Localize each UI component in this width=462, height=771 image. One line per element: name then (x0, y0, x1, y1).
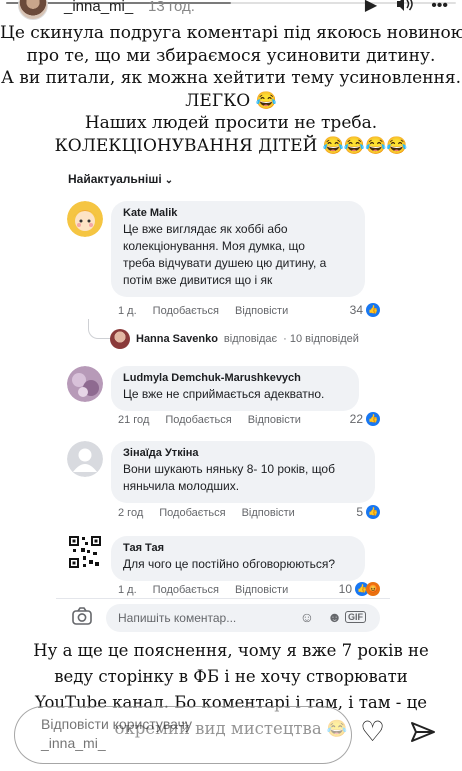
comment-text: Вони шукають няньку 8- 10 років, щоб нян… (123, 461, 363, 495)
reaction-number: 10 (338, 582, 352, 596)
reaction-count[interactable]: 10 👍 😡 (339, 582, 380, 596)
caption-line: КОЛЕКЦІОНУВАННЯ ДІТЕЙ 😂😂😂😂 (54, 135, 408, 156)
comment-age: 1 д. (118, 584, 137, 596)
volume-icon[interactable] (395, 0, 413, 16)
comment-line: Це вже не сприймається адекватно. (123, 387, 325, 401)
commenter-avatar[interactable] (67, 534, 103, 570)
comment-text: Це вже виглядає як хоббі або колекціонув… (123, 221, 353, 289)
chevron-down-icon: ⌄ (164, 175, 174, 186)
send-icon[interactable] (410, 720, 436, 751)
play-icon[interactable]: ▶ (365, 0, 377, 14)
caption-line: Ну а ще це пояснення, чому я вже 7 років… (33, 641, 429, 660)
replier-action: відповідає (223, 333, 278, 345)
sort-label: Найактуальніші (68, 172, 162, 186)
reaction-count[interactable]: 22 👍 (350, 412, 380, 426)
replies-summary[interactable]: Hanna Savenko відповідає · 10 відповідей (110, 329, 359, 349)
caption-line: ЛЕГКО 😂 (185, 90, 277, 111)
caption-line: веду сторінку в ФБ і не хочу створювати (54, 667, 408, 686)
camera-icon[interactable] (72, 607, 92, 630)
avatar-sticker-icon[interactable]: ☺ (300, 609, 314, 625)
caption-line: А ви питали, як можна хейтити тему усино… (0, 68, 462, 88)
comment-line: потім вже дивитися що і як (123, 273, 273, 287)
comment-meta: 1 д. Подобається Відповісти (118, 584, 288, 596)
replies-count: · 10 відповідей (283, 333, 359, 345)
comment-bubble: Ludmyla Demchuk-Marushkevych Це вже не с… (111, 366, 359, 411)
comment-line: треба відчувати душею цю дитину, а (123, 256, 327, 270)
like-reaction-icon: 👍 (366, 505, 380, 519)
avatar[interactable] (18, 0, 48, 20)
like-link[interactable]: Подобається (153, 584, 219, 596)
like-reaction-icon: 👍 (366, 303, 380, 317)
more-icon[interactable]: ••• (431, 0, 448, 14)
reply-link[interactable]: Відповісти (235, 305, 288, 317)
angry-reaction-icon: 😡 (366, 582, 380, 596)
comment-text: Для чого це постійно обговорюються? (123, 556, 353, 573)
username[interactable]: _inna_mi_ (64, 0, 133, 15)
thread-connector (88, 319, 110, 339)
reply-placeholder-line: Відповісти користувачу (41, 716, 192, 732)
caption-line: Це скинула подруга коментарі під якоюсь … (0, 23, 462, 43)
comment-age: 21 год (118, 414, 150, 426)
comment-bubble: Тая Тая Для чого це постійно обговорюють… (111, 536, 365, 581)
comment-meta: 21 год Подобається Відповісти (118, 414, 301, 426)
comment-age: 1 д. (118, 305, 137, 317)
replier-avatar (110, 329, 130, 349)
reaction-number: 22 (349, 412, 363, 426)
reply-link[interactable]: Відповісти (235, 584, 288, 596)
commenter-avatar[interactable] (67, 201, 103, 237)
commenter-name[interactable]: Зінаїда Уткіна (123, 447, 363, 459)
like-link[interactable]: Подобається (153, 305, 219, 317)
story-time: 13 год. (148, 0, 195, 15)
reply-link[interactable]: Відповісти (242, 507, 295, 519)
like-reaction-icon: 👍 (366, 412, 380, 426)
story-controls: ▶ ••• (365, 0, 448, 16)
comment-age: 2 год (118, 507, 144, 519)
reaction-count[interactable]: 5 👍 (356, 505, 380, 519)
like-link[interactable]: Подобається (159, 507, 225, 519)
comment-line: колекціонування. Моя думка, що (123, 239, 305, 253)
replier-name: Hanna Savenko (136, 333, 218, 345)
reaction-number: 34 (349, 303, 363, 317)
story-header: _inna_mi_ 13 год. ▶ ••• (0, 0, 462, 22)
comment-text: Це вже не сприймається адекватно. (123, 386, 347, 403)
reaction-number: 5 (356, 505, 363, 519)
comment-input[interactable]: Напишіть коментар... ☺ ☻ GIF (106, 604, 380, 632)
reaction-count[interactable]: 34 👍 (350, 303, 380, 317)
sort-dropdown[interactable]: Найактуальніші ⌄ (68, 172, 173, 186)
comment-meta: 1 д. Подобається Відповісти (118, 305, 288, 317)
comment-bubble: Зінаїда Уткіна Вони шукають няньку 8- 10… (111, 441, 375, 503)
reply-placeholder-line: _inna_mi_ (41, 735, 106, 751)
comment-line: Вони шукають няньку 8- 10 років, щоб (123, 462, 335, 476)
comment-bubble: Kate Malik Це вже виглядає як хоббі або … (111, 201, 365, 297)
caption-line: Наших людей просити не треба. (84, 113, 378, 133)
gif-icon[interactable]: GIF (345, 611, 366, 623)
top-caption: Це скинула подруга коментарі під якоюсь … (0, 22, 462, 157)
comment-line: Це вже виглядає як хоббі або (123, 222, 288, 236)
commenter-name[interactable]: Тая Тая (123, 542, 353, 554)
facebook-comments-screenshot: Найактуальніші ⌄ Kate Malik Це вже вигляд… (56, 157, 390, 635)
sticker-icon[interactable]: ☻ (327, 609, 342, 625)
comment-composer: Напишіть коментар... ☺ ☻ GIF (56, 598, 390, 635)
like-link[interactable]: Подобається (165, 414, 231, 426)
commenter-avatar[interactable] (67, 366, 103, 402)
comment-meta: 2 год Подобається Відповісти (118, 507, 295, 519)
caption-line: про те, що ми збираємося усиновити дитин… (26, 45, 436, 66)
commenter-name[interactable]: Kate Malik (123, 207, 353, 219)
commenter-avatar[interactable] (67, 441, 103, 477)
comment-line: няньчила молодших. (123, 479, 240, 493)
commenter-name[interactable]: Ludmyla Demchuk-Marushkevych (123, 372, 347, 384)
reply-placeholder: Відповісти користувачу _inna_mi_ (41, 715, 192, 753)
story-reply-input[interactable]: Відповісти користувачу _inna_mi_ (14, 706, 352, 764)
reply-link[interactable]: Відповісти (248, 414, 301, 426)
heart-icon[interactable]: ♡ (360, 718, 385, 746)
comment-line: Для чого це постійно обговорюються? (123, 557, 336, 571)
comment-input-placeholder: Напишіть коментар... (118, 611, 237, 625)
